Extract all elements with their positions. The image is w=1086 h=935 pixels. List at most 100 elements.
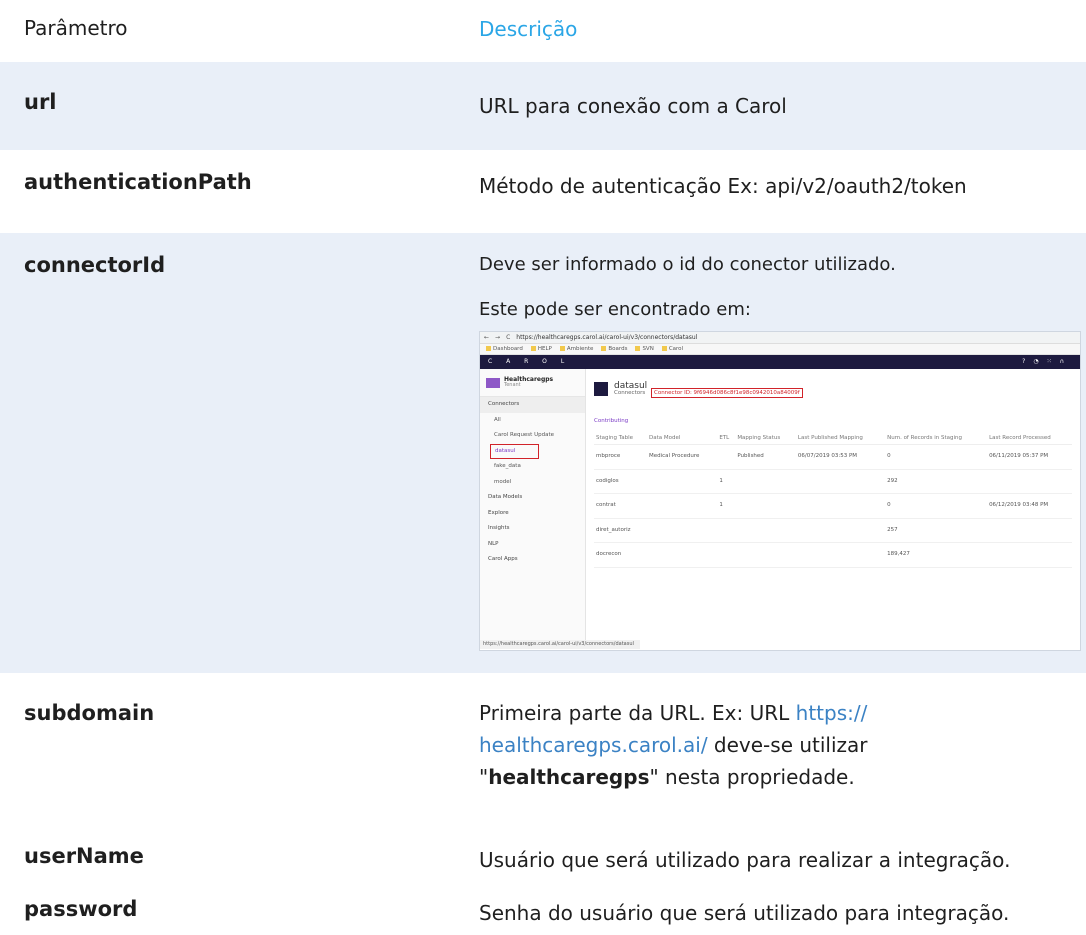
param-name: userName bbox=[24, 844, 144, 868]
contributing-label: Contributing bbox=[594, 418, 629, 424]
cell: 292 bbox=[885, 469, 988, 494]
tenant-label: Tenant bbox=[504, 382, 521, 388]
sidebar-item: Carol Apps bbox=[488, 556, 518, 562]
table-row: connectorId Deve ser informado o id do c… bbox=[0, 233, 1086, 673]
param-name: connectorId bbox=[24, 253, 166, 277]
cell bbox=[987, 542, 1072, 568]
cell: 1 bbox=[717, 469, 736, 494]
cell bbox=[735, 469, 796, 494]
table-row: codiglos 1 292 bbox=[594, 469, 1072, 494]
cell bbox=[795, 542, 886, 568]
cell bbox=[717, 518, 736, 543]
cell bbox=[987, 469, 1072, 494]
connector-main: datasul Connectors Connector ID: 9f6946d… bbox=[586, 369, 1080, 649]
cell bbox=[717, 542, 736, 568]
cell: 1 bbox=[717, 493, 736, 519]
back-icon: ← bbox=[484, 333, 490, 341]
sidebar-item: Insights bbox=[488, 525, 510, 531]
description-line: Deve ser informado o id do conector util… bbox=[479, 254, 896, 275]
app-header: C A R O L ?◔⁙∩ bbox=[480, 355, 1080, 369]
app-logo: C A R O L bbox=[488, 358, 571, 365]
sidebar-subitem: All bbox=[494, 416, 501, 423]
param-name: password bbox=[24, 897, 138, 921]
folder-icon bbox=[559, 345, 565, 351]
connector-icon bbox=[594, 382, 608, 396]
cell: mbproce bbox=[594, 444, 647, 470]
connector-header: datasul Connectors Connector ID: 9f6946d… bbox=[594, 375, 1072, 403]
param-description: Usuário que será utilizado para realizar… bbox=[479, 848, 1011, 872]
cell bbox=[795, 493, 886, 519]
staging-table: Staging Table Data Model ETL Mapping Sta… bbox=[594, 432, 1072, 568]
cell bbox=[735, 542, 796, 568]
table-row: diret_autoriz 257 bbox=[594, 518, 1072, 543]
cell: 06/11/2019 05:37 PM bbox=[987, 444, 1072, 470]
bookmarks-bar: Dashboard HELP Ambiente Boards SVN Carol bbox=[480, 344, 1080, 355]
column-header: Num. of Records in Staging bbox=[885, 432, 988, 445]
param-name: subdomain bbox=[24, 701, 155, 725]
column-header: Mapping Status bbox=[735, 432, 796, 445]
param-name: authenticationPath bbox=[24, 170, 252, 194]
cell: 257 bbox=[885, 518, 988, 543]
cell: 06/12/2019 03:48 PM bbox=[987, 493, 1072, 519]
cell: 06/07/2019 03:53 PM bbox=[795, 444, 886, 470]
cell bbox=[795, 518, 886, 543]
bookmark-item: Carol bbox=[661, 345, 683, 353]
connector-id: Connector ID: 9f6946d086c8f1e98c0942010a… bbox=[650, 387, 803, 398]
table-header: Parâmetro Descrição bbox=[0, 0, 1086, 62]
bookmark-item: Ambiente bbox=[559, 345, 593, 353]
param-description: Senha do usuário que será utilizado para… bbox=[479, 901, 1010, 925]
description-text: " nesta propriedade. bbox=[649, 765, 855, 789]
table-row: authenticationPath Método de autenticaçã… bbox=[0, 150, 1086, 233]
cell: codiglos bbox=[594, 469, 647, 494]
sidebar-item: Explore bbox=[488, 509, 509, 516]
table-row: contrat 1 0 06/12/2019 03:48 PM bbox=[594, 493, 1072, 519]
cell bbox=[795, 469, 886, 494]
column-header: Last Published Mapping bbox=[795, 432, 886, 445]
column-header: Data Model bbox=[646, 432, 718, 445]
sidebar-subitem: Carol Request Update bbox=[494, 432, 555, 438]
subdomain-example: healthcaregps bbox=[488, 765, 650, 789]
bookmark-item: SVN bbox=[635, 345, 654, 353]
cell: docrecon bbox=[594, 542, 647, 568]
embedded-screenshot: ← → C https://healthcaregps.carol.ai/car… bbox=[479, 331, 1081, 651]
bookmark-item: Dashboard bbox=[486, 345, 523, 353]
param-description: Método de autenticação Ex: api/v2/oauth2… bbox=[479, 174, 967, 198]
sidebar: Healthcaregps Tenant Connectors All Caro… bbox=[480, 369, 640, 649]
cell: diret_autoriz bbox=[594, 518, 647, 543]
tenant-block: Healthcaregps Tenant bbox=[480, 373, 585, 397]
param-name: url bbox=[24, 90, 57, 114]
cell: Medical Procedure bbox=[646, 444, 718, 470]
cell bbox=[646, 542, 718, 568]
cell bbox=[646, 518, 718, 543]
cell: 189,427 bbox=[885, 542, 988, 568]
tenant-logo bbox=[486, 377, 500, 388]
sidebar-subitem-selected: datasul bbox=[490, 443, 539, 459]
cell bbox=[646, 469, 718, 494]
cell: contrat bbox=[594, 493, 647, 519]
folder-icon bbox=[601, 345, 607, 351]
folder-icon bbox=[635, 345, 641, 351]
column-header: ETL bbox=[717, 432, 736, 445]
table-row: url URL para conexão com a Carol bbox=[0, 62, 1086, 150]
folder-icon bbox=[530, 345, 536, 351]
header-icons: ?◔⁙∩ bbox=[1022, 358, 1072, 365]
table-row: mbproce Medical Procedure Published 06/0… bbox=[594, 444, 1072, 470]
table-row: subdomain Primeira parte da URL. Ex: URL… bbox=[0, 673, 1086, 836]
bookmark-item: HELP bbox=[530, 345, 552, 353]
table-header-row: Staging Table Data Model ETL Mapping Sta… bbox=[594, 432, 1072, 445]
column-header: Last Record Processed bbox=[987, 432, 1072, 445]
param-column-header: Parâmetro bbox=[24, 16, 128, 40]
table-row: password Senha do usuário que será utili… bbox=[0, 891, 1086, 935]
browser-toolbar: ← → C https://healthcaregps.carol.ai/car… bbox=[480, 332, 1080, 344]
cell bbox=[987, 518, 1072, 543]
sidebar-item: NLP bbox=[488, 540, 499, 547]
param-description: Deve ser informado o id do conector util… bbox=[479, 251, 896, 341]
forward-icon: → bbox=[495, 333, 501, 341]
description-text: Primeira parte da URL. Ex: URL bbox=[479, 701, 796, 725]
table-row: userName Usuário que será utilizado para… bbox=[0, 836, 1086, 891]
column-header: Staging Table bbox=[594, 432, 647, 445]
description-line: Este pode ser encontrado em: bbox=[479, 299, 751, 320]
sidebar-subitem: model bbox=[494, 478, 512, 485]
cell bbox=[646, 493, 718, 519]
cell bbox=[735, 518, 796, 543]
